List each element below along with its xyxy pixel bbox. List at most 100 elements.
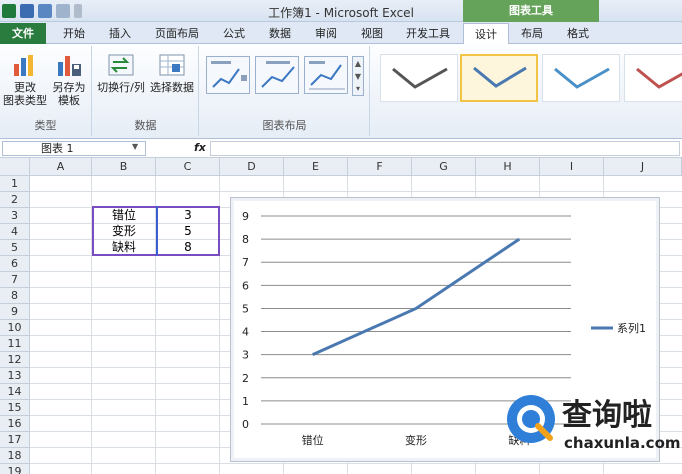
- select-data-label: 选择数据: [150, 81, 194, 94]
- row-header[interactable]: 16: [0, 416, 30, 432]
- cell-b4[interactable]: 变形: [92, 223, 156, 239]
- group-chart-layout: ▲ ▼ ▾ 图表布局: [200, 46, 370, 136]
- layout-gallery-scroll[interactable]: ▲ ▼ ▾: [352, 56, 364, 96]
- ribbon-tabs: 文件 开始 插入 页面布局 公式 数据 审阅 视图 开发工具 设计 布局 格式: [0, 22, 682, 44]
- insert-function-icon[interactable]: fx: [194, 141, 206, 154]
- switch-row-column-label: 切换行/列: [97, 81, 145, 94]
- switch-row-column-button[interactable]: 切换行/列: [95, 52, 147, 94]
- tab-view[interactable]: 视图: [350, 23, 394, 44]
- name-box-dropdown-icon[interactable]: ▼: [132, 142, 138, 151]
- tab-review[interactable]: 审阅: [304, 23, 348, 44]
- name-box[interactable]: 图表 1: [2, 141, 146, 156]
- group-chart-layout-label: 图表布局: [262, 119, 307, 132]
- row-header[interactable]: 9: [0, 304, 30, 320]
- column-header[interactable]: B: [92, 158, 156, 176]
- style-option-3[interactable]: [542, 54, 620, 102]
- tab-developer[interactable]: 开发工具: [398, 23, 458, 44]
- tab-page-layout[interactable]: 页面布局: [147, 23, 207, 44]
- column-header[interactable]: D: [220, 158, 284, 176]
- style-option-1[interactable]: [380, 54, 458, 102]
- row-header[interactable]: 6: [0, 256, 30, 272]
- group-type: 更改 图表类型 另存为 模板 类型: [0, 46, 92, 136]
- formula-input[interactable]: [210, 141, 680, 156]
- group-chart-styles: [372, 46, 682, 136]
- x-tick-label: 变形: [405, 433, 427, 447]
- save-template-icon: [55, 52, 83, 78]
- style-option-2-selected[interactable]: [460, 54, 538, 102]
- style-option-4[interactable]: [624, 54, 682, 102]
- chart-tools-label: 图表工具: [463, 0, 599, 22]
- y-tick-label: 3: [242, 349, 249, 362]
- cell-b5[interactable]: 缺料: [92, 239, 156, 255]
- change-chart-type-label: 更改 图表类型: [3, 81, 47, 107]
- formula-bar: 图表 1 ▼ fx: [0, 140, 682, 158]
- cell-c5[interactable]: 8: [156, 239, 220, 255]
- tab-format[interactable]: 格式: [556, 23, 600, 44]
- row-header[interactable]: 12: [0, 352, 30, 368]
- row-header[interactable]: 19: [0, 464, 30, 474]
- scroll-down-icon[interactable]: ▼: [353, 70, 363, 83]
- tab-file[interactable]: 文件: [0, 23, 46, 44]
- column-header[interactable]: I: [540, 158, 604, 176]
- chart-type-icon: [11, 52, 39, 78]
- layout-option-3[interactable]: [304, 56, 348, 94]
- y-tick-label: 1: [242, 395, 249, 408]
- column-header[interactable]: F: [348, 158, 412, 176]
- row-header[interactable]: 15: [0, 400, 30, 416]
- change-chart-type-button[interactable]: 更改 图表类型: [2, 52, 48, 107]
- select-data-button[interactable]: 选择数据: [147, 52, 197, 94]
- row-header[interactable]: 13: [0, 368, 30, 384]
- y-tick-label: 2: [242, 372, 249, 385]
- cell-c4[interactable]: 5: [156, 223, 220, 239]
- tab-home[interactable]: 开始: [52, 23, 96, 44]
- row-header[interactable]: 14: [0, 384, 30, 400]
- column-header[interactable]: J: [604, 158, 682, 176]
- row-header[interactable]: 7: [0, 272, 30, 288]
- tab-formulas[interactable]: 公式: [212, 23, 256, 44]
- row-header[interactable]: 11: [0, 336, 30, 352]
- watermark-logo-icon: [507, 395, 555, 443]
- row-header[interactable]: 4: [0, 224, 30, 240]
- row-header[interactable]: 10: [0, 320, 30, 336]
- column-header[interactable]: G: [412, 158, 476, 176]
- save-as-template-label: 另存为 模板: [52, 81, 86, 107]
- tab-insert[interactable]: 插入: [98, 23, 142, 44]
- column-header[interactable]: A: [30, 158, 92, 176]
- column-header[interactable]: C: [156, 158, 220, 176]
- row-header[interactable]: 17: [0, 432, 30, 448]
- group-data-label: 数据: [134, 119, 157, 132]
- watermark-url: chaxunla.com: [564, 434, 681, 452]
- title-bar: 工作簿1 - Microsoft Excel 图表工具: [0, 0, 682, 22]
- y-tick-label: 9: [242, 210, 249, 223]
- cell-b3[interactable]: 错位: [92, 207, 156, 223]
- legend-label: 系列1: [617, 321, 646, 335]
- y-tick-label: 7: [242, 256, 249, 269]
- select-data-icon: [158, 52, 186, 78]
- row-header[interactable]: 18: [0, 448, 30, 464]
- y-tick-label: 4: [242, 326, 249, 339]
- column-header[interactable]: H: [476, 158, 540, 176]
- y-tick-label: 8: [242, 233, 249, 246]
- scroll-up-icon[interactable]: ▲: [353, 57, 363, 70]
- row-header[interactable]: 5: [0, 240, 30, 256]
- row-header[interactable]: 1: [0, 176, 30, 192]
- cell-c3[interactable]: 3: [156, 207, 220, 223]
- y-tick-label: 6: [242, 279, 249, 292]
- excel-window: 工作簿1 - Microsoft Excel 图表工具 文件 开始 插入 页面布…: [0, 0, 682, 474]
- series-line: [312, 237, 521, 357]
- gallery-more-icon[interactable]: ▾: [353, 83, 363, 95]
- select-all-corner[interactable]: [0, 158, 30, 176]
- layout-option-1[interactable]: [206, 56, 250, 94]
- row-header[interactable]: 2: [0, 192, 30, 208]
- watermark-text: 查询啦: [562, 398, 652, 433]
- row-header[interactable]: 3: [0, 208, 30, 224]
- column-header[interactable]: E: [284, 158, 348, 176]
- tab-data[interactable]: 数据: [258, 23, 302, 44]
- ribbon: 更改 图表类型 另存为 模板 类型 切换行/列 选择数据 数据 ▲ ▼ ▾ 图表…: [0, 44, 682, 139]
- row-header[interactable]: 8: [0, 288, 30, 304]
- y-tick-label: 5: [242, 302, 249, 315]
- tab-chart-layout[interactable]: 布局: [510, 23, 554, 44]
- save-as-template-button[interactable]: 另存为 模板: [48, 52, 90, 107]
- tab-design[interactable]: 设计: [463, 23, 509, 44]
- layout-option-2[interactable]: [255, 56, 299, 94]
